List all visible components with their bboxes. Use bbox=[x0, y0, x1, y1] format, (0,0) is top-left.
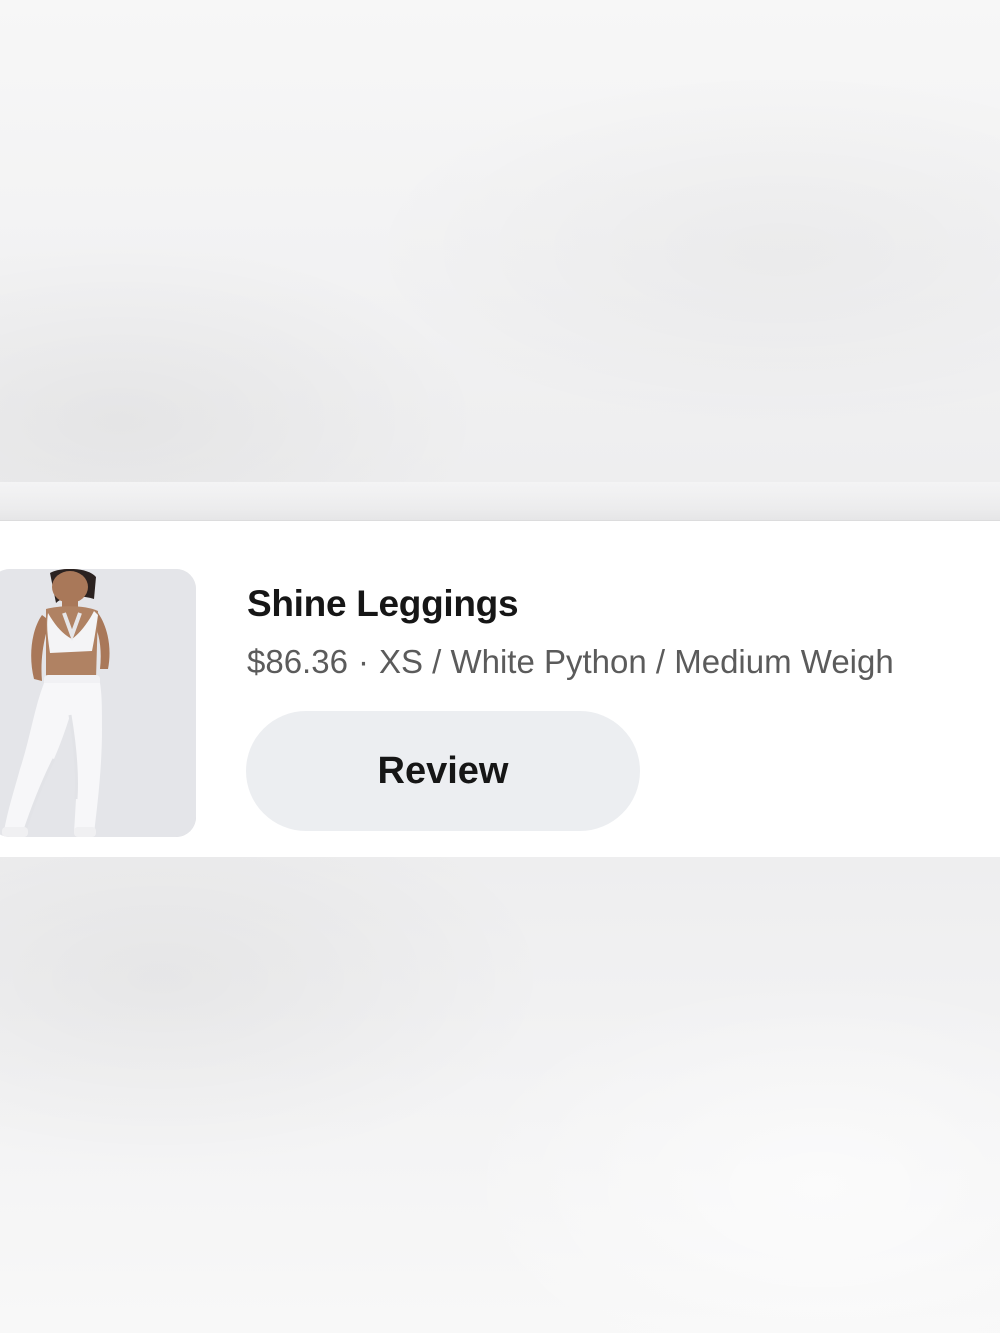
review-button[interactable]: Review bbox=[246, 711, 640, 831]
background-divider-band bbox=[0, 482, 1000, 521]
product-details: $86.36 · XS / White Python / Medium Weigh bbox=[247, 643, 894, 681]
product-price: $86.36 bbox=[247, 643, 348, 680]
product-photo-icon bbox=[0, 569, 196, 837]
product-title: Shine Leggings bbox=[247, 583, 519, 624]
background-bottom bbox=[0, 857, 1000, 1333]
background-top bbox=[0, 0, 1000, 482]
product-thumbnail[interactable] bbox=[0, 569, 196, 837]
order-item-card: Shine Leggings $86.36 · XS / White Python … bbox=[0, 521, 1000, 857]
details-separator: · bbox=[357, 643, 369, 680]
product-variant: XS / White Python / Medium Weigh bbox=[378, 643, 894, 680]
